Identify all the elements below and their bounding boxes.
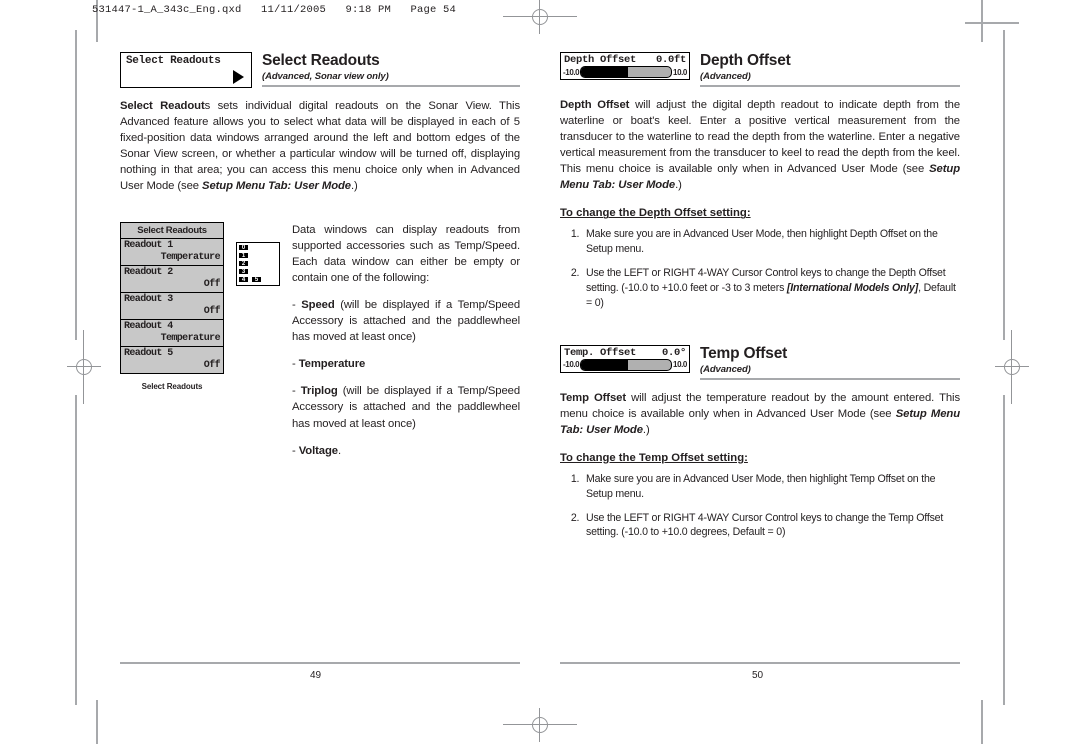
temp-offset-heading-block: Temp. Offset 0.0° -10.0 10.0 Temp Offset… (560, 344, 960, 380)
menu-item-readout-4[interactable]: Readout 4 Temperature (121, 320, 223, 348)
depth-offset-steps: Make sure you are in Advanced User Mode,… (560, 227, 960, 310)
depth-offset-max-label: 10.0 (673, 67, 687, 77)
trim-line-left-lower (75, 395, 77, 705)
trim-line-right-upper (1003, 30, 1005, 340)
slider-knob[interactable] (624, 359, 629, 370)
temp-offset-steps: Make sure you are in Advanced User Mode,… (560, 472, 960, 540)
diagram-cell-4: 4 (238, 276, 249, 284)
menu-item-label: Readout 2 (124, 267, 173, 279)
page-number-left: 49 (310, 670, 322, 681)
page-number-right: 50 (752, 670, 764, 681)
menu-item-readout-5[interactable]: Readout 5 Off (121, 347, 223, 374)
slider-knob[interactable] (624, 67, 629, 77)
select-readouts-widget-label: Select Readouts (126, 55, 221, 67)
trim-line-top-right (981, 0, 983, 42)
diagram-cell-1: 1 (238, 252, 249, 260)
footer-rule-right (560, 662, 960, 664)
trim-line-bottom-right (981, 700, 983, 744)
left-page: Select Readouts Select Readouts (Advance… (120, 52, 520, 459)
menu-item-value: Temperature (160, 332, 221, 344)
select-readouts-heading-block: Select Readouts Select Readouts (Advance… (120, 52, 520, 88)
menu-item-label: Readout 5 (124, 348, 173, 360)
menu-item-label: Readout 4 (124, 321, 173, 333)
menu-item-value: Temperature (160, 251, 221, 263)
bullet-temperature: - Temperature (292, 358, 366, 371)
right-triangle-icon (233, 70, 244, 84)
header-rule (965, 22, 1019, 24)
depth-offset-widget[interactable]: Depth Offset 0.0ft -10.0 10.0 (560, 52, 690, 80)
depth-offset-heading-block: Depth Offset 0.0ft -10.0 10.0 Depth Offs… (560, 52, 960, 88)
temp-offset-body: Temp Offset will adjust the temperature … (560, 391, 961, 436)
registration-mark-bottom (503, 708, 577, 742)
temp-offset-slider[interactable] (580, 358, 673, 371)
depth-offset-title: Depth Offset (700, 52, 791, 69)
diagram-cell-0: 0 (238, 244, 249, 252)
trim-line-right-lower (1003, 395, 1005, 705)
depth-offset-subtitle: (Advanced) (700, 71, 751, 83)
temp-offset-min-label: -10.0 (563, 360, 580, 370)
registration-mark-top (503, 0, 577, 34)
slider-fill (581, 359, 625, 370)
depth-offset-min-label: -10.0 (563, 67, 580, 77)
diagram-cell-2: 2 (238, 260, 249, 268)
bullet-voltage: - Voltage. (292, 444, 342, 457)
depth-offset-widget-value: 0.0ft (655, 54, 686, 66)
footer-rule-left (120, 662, 520, 664)
menu-item-readout-1[interactable]: Readout 1 Temperature (121, 239, 223, 267)
sonar-window-positions-diagram: 0 1 2 3 4 5 (236, 242, 280, 287)
temp-offset-widget-value: 0.0° (661, 346, 686, 359)
temp-offset-step-1: Make sure you are in Advanced User Mode,… (582, 472, 960, 502)
right-page: Depth Offset 0.0ft -10.0 10.0 Depth Offs… (560, 52, 960, 549)
temp-offset-widget[interactable]: Temp. Offset 0.0° -10.0 10.0 (560, 344, 690, 373)
select-readouts-figure-caption: Select Readouts (141, 382, 203, 392)
menu-item-value: Off (203, 278, 221, 290)
diagram-cell-5: 5 (251, 276, 262, 284)
select-readouts-figure-text: Data windows can display readouts from s… (292, 222, 520, 458)
menu-item-label: Readout 3 (124, 294, 173, 306)
bullet-triplog: - Triplog (will be displayed if a Temp/S… (292, 385, 520, 430)
temp-offset-subtitle: (Advanced) (700, 363, 751, 375)
select-readouts-rule (262, 85, 520, 88)
select-readouts-menu-panel[interactable]: Select Readouts Readout 1 Temperature Re… (120, 222, 224, 375)
data-windows-paragraph: Data windows can display readouts from s… (292, 224, 520, 285)
menu-item-value: Off (203, 359, 221, 371)
depth-offset-slider[interactable] (580, 66, 673, 78)
slider-fill (581, 67, 625, 77)
temp-offset-steps-heading: To change the Temp Offset setting: (560, 451, 748, 464)
select-readouts-figure-row: Select Readouts Readout 1 Temperature Re… (120, 222, 520, 458)
temp-offset-title: Temp Offset (700, 344, 788, 362)
diagram-cell-3: 3 (238, 268, 249, 276)
file-header-text: 531447-1_A_343c_Eng.qxd 11/11/2005 9:18 … (92, 4, 457, 16)
depth-offset-rule (700, 85, 960, 88)
select-readouts-figure-column: Select Readouts Readout 1 Temperature Re… (120, 222, 224, 458)
depth-offset-step-2: Use the LEFT or RIGHT 4-WAY Cursor Contr… (582, 266, 960, 310)
menu-item-readout-3[interactable]: Readout 3 Off (121, 293, 223, 321)
temp-offset-max-label: 10.0 (673, 360, 687, 370)
registration-mark-right (995, 330, 1029, 404)
select-readouts-intro: Select Readouts sets individual digital … (120, 100, 520, 193)
menu-item-label: Readout 1 (124, 240, 173, 252)
select-readouts-title: Select Readouts (262, 52, 380, 69)
select-readouts-subtitle: (Advanced, Sonar view only) (262, 71, 389, 83)
depth-offset-body: Depth Offset will adjust the digital dep… (560, 99, 960, 192)
registration-mark-left (67, 330, 101, 404)
temp-offset-widget-label: Temp. Offset (564, 346, 637, 359)
menu-item-readout-2[interactable]: Readout 2 Off (121, 266, 223, 294)
depth-offset-step-1: Make sure you are in Advanced User Mode,… (582, 227, 960, 257)
bullet-speed: - Speed (will be displayed if a Temp/Spe… (292, 299, 521, 344)
temp-offset-rule (700, 377, 960, 380)
select-readouts-menu-widget[interactable]: Select Readouts (120, 52, 252, 88)
trim-line-bottom-left (96, 700, 98, 744)
menu-item-value: Off (203, 305, 221, 317)
depth-offset-widget-label: Depth Offset (564, 54, 637, 66)
trim-line-left-upper (75, 30, 77, 340)
menu-panel-title: Select Readouts (121, 223, 223, 240)
temp-offset-step-2: Use the LEFT or RIGHT 4-WAY Cursor Contr… (582, 511, 960, 541)
depth-offset-steps-heading: To change the Depth Offset setting: (560, 207, 751, 220)
